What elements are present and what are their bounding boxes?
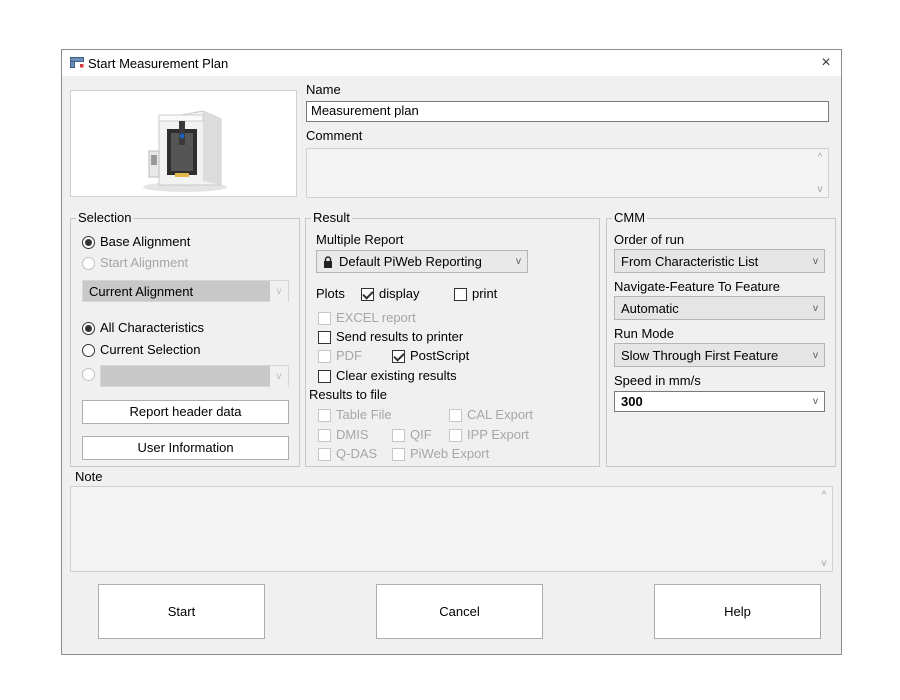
pdf-checkbox[interactable] <box>318 350 331 363</box>
multiple-report-value: Default PiWeb Reporting <box>339 254 482 269</box>
display-checkbox[interactable] <box>361 288 374 301</box>
run-mode-value: Slow Through First Feature <box>621 348 779 363</box>
scroll-up-icon[interactable]: ^ <box>815 153 825 163</box>
table-file-label: Table File <box>336 407 392 422</box>
selection-title: Selection <box>76 210 134 225</box>
excel-report-label: EXCEL report <box>336 310 416 325</box>
qif-label: QIF <box>410 427 432 442</box>
print-label: print <box>472 286 498 301</box>
window-title: Start Measurement Plan <box>88 56 229 71</box>
clear-results-checkbox[interactable] <box>318 370 331 383</box>
speed-combo[interactable]: 300 v <box>614 391 825 412</box>
plan-window-icon <box>70 57 84 68</box>
speed-label: Speed in mm/s <box>614 373 701 388</box>
scroll-down-icon[interactable]: v <box>819 559 829 569</box>
order-of-run-combo[interactable]: From Characteristic List v <box>614 249 825 273</box>
pdf-label: PDF <box>336 348 362 363</box>
start-measurement-plan-dialog: Start Measurement Plan × Name Measuremen… <box>61 49 842 655</box>
close-icon: × <box>821 54 831 71</box>
start-alignment-label: Start Alignment <box>100 255 189 270</box>
cmm-title: CMM <box>612 210 648 225</box>
user-information-button[interactable]: User Information <box>82 436 289 460</box>
cancel-button[interactable]: Cancel <box>376 584 543 639</box>
selection-combo[interactable]: v <box>100 365 289 388</box>
base-alignment-label: Base Alignment <box>100 234 191 249</box>
all-characteristics-radio[interactable] <box>82 322 95 335</box>
chevron-down-icon: v <box>270 366 288 388</box>
cal-export-label: CAL Export <box>467 407 533 422</box>
third-selection-radio[interactable] <box>82 368 95 381</box>
report-header-data-button[interactable]: Report header data <box>82 400 289 424</box>
navigate-feature-label: Navigate-Feature To Feature <box>614 279 780 294</box>
dmis-checkbox[interactable] <box>318 429 331 442</box>
name-label: Name <box>306 82 341 97</box>
lock-icon <box>324 256 332 268</box>
scroll-up-icon[interactable]: ^ <box>819 491 829 501</box>
clear-results-label: Clear existing results <box>336 368 457 383</box>
title-bar: Start Measurement Plan × <box>62 50 841 76</box>
base-alignment-radio[interactable] <box>82 236 95 249</box>
all-characteristics-label: All Characteristics <box>100 320 205 335</box>
piweb-export-label: PiWeb Export <box>410 446 490 461</box>
excel-report-checkbox[interactable] <box>318 312 331 325</box>
multiple-report-label: Multiple Report <box>316 232 404 247</box>
alignment-combo-value: Current Alignment <box>89 284 194 299</box>
ipp-export-checkbox[interactable] <box>449 429 462 442</box>
alignment-combo[interactable]: Current Alignment v <box>82 280 289 303</box>
comment-label: Comment <box>306 128 363 143</box>
run-mode-combo[interactable]: Slow Through First Feature v <box>614 343 825 367</box>
postscript-label: PostScript <box>410 348 470 363</box>
cal-export-checkbox[interactable] <box>449 409 462 422</box>
chevron-down-icon: v <box>813 303 818 314</box>
chevron-down-icon: v <box>813 350 818 361</box>
table-file-checkbox[interactable] <box>318 409 331 422</box>
multiple-report-combo[interactable]: Default PiWeb Reporting v <box>316 250 528 273</box>
current-selection-radio[interactable] <box>82 344 95 357</box>
chevron-down-icon: v <box>516 256 521 267</box>
run-mode-label: Run Mode <box>614 326 674 341</box>
ipp-export-label: IPP Export <box>467 427 529 442</box>
qdas-label: Q-DAS <box>336 446 378 461</box>
start-button[interactable]: Start <box>98 584 265 639</box>
results-to-file-label: Results to file <box>309 387 388 402</box>
display-label: display <box>379 286 420 301</box>
comment-input[interactable]: ^ v <box>306 148 829 198</box>
dmis-label: DMIS <box>336 427 369 442</box>
send-to-printer-checkbox[interactable] <box>318 331 331 344</box>
help-button[interactable]: Help <box>654 584 821 639</box>
machine-image-panel <box>70 90 297 197</box>
current-selection-label: Current Selection <box>100 342 201 357</box>
send-to-printer-label: Send results to printer <box>336 329 464 344</box>
chevron-down-icon: v <box>270 281 288 303</box>
result-title: Result <box>311 210 352 225</box>
plots-label: Plots <box>316 286 345 301</box>
start-alignment-radio[interactable] <box>82 257 95 270</box>
print-checkbox[interactable] <box>454 288 467 301</box>
order-of-run-value: From Characteristic List <box>621 254 759 269</box>
postscript-checkbox[interactable] <box>392 350 405 363</box>
order-of-run-label: Order of run <box>614 232 685 247</box>
scroll-down-icon[interactable]: v <box>815 185 825 195</box>
navigate-feature-value: Automatic <box>621 301 679 316</box>
close-button[interactable]: × <box>814 52 838 74</box>
chevron-down-icon: v <box>813 396 818 407</box>
speed-value: 300 <box>621 394 643 409</box>
note-label: Note <box>75 469 103 484</box>
cmm-machine-image <box>143 110 227 192</box>
note-input[interactable]: ^ v <box>70 486 833 572</box>
qdas-checkbox[interactable] <box>318 448 331 461</box>
navigate-feature-combo[interactable]: Automatic v <box>614 296 825 320</box>
qif-checkbox[interactable] <box>392 429 405 442</box>
chevron-down-icon: v <box>813 256 818 267</box>
piweb-export-checkbox[interactable] <box>392 448 405 461</box>
name-input[interactable]: Measurement plan <box>306 101 829 122</box>
